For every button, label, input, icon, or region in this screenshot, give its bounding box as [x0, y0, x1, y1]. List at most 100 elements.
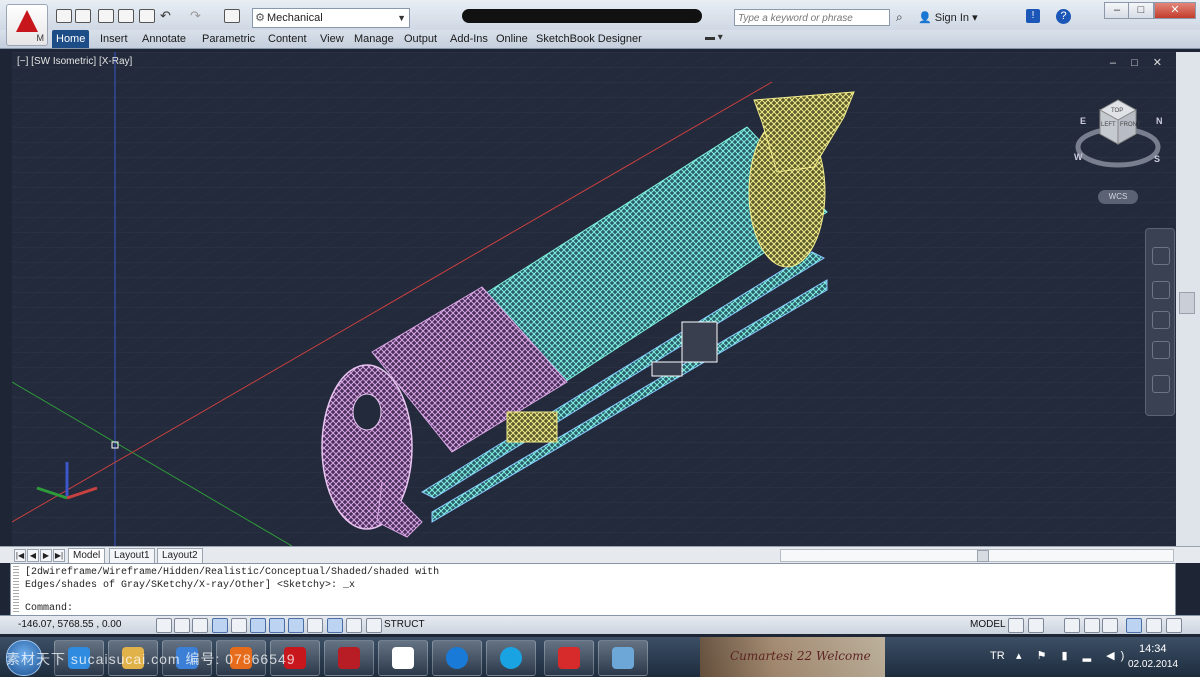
- horizontal-scrollbar[interactable]: [780, 549, 1174, 562]
- viewcube-front-text: FRONT: [1120, 122, 1141, 128]
- pan-icon[interactable]: [1152, 281, 1170, 299]
- application-menu-button[interactable]: M: [6, 4, 48, 46]
- print-icon[interactable]: [139, 9, 155, 23]
- orbit-icon[interactable]: [1152, 341, 1170, 359]
- model-space-toggle[interactable]: MODEL: [970, 619, 1006, 630]
- hardware-acceleration-icon[interactable]: [1102, 618, 1118, 633]
- lock-icon[interactable]: [1084, 618, 1100, 633]
- taskbar-solidworks[interactable]: [544, 640, 594, 676]
- tab-view[interactable]: View: [316, 30, 348, 48]
- help-icon[interactable]: ?: [1056, 9, 1071, 24]
- prev-layout-button[interactable]: ◀: [27, 549, 39, 562]
- new-file-icon[interactable]: [56, 9, 72, 23]
- tab-manage[interactable]: Manage: [350, 30, 398, 48]
- taskbar-app[interactable]: [378, 640, 428, 676]
- solidworks-icon: [558, 647, 580, 669]
- tab-add-ins[interactable]: Add-Ins: [446, 30, 492, 48]
- wcs-menu[interactable]: WCS: [1098, 190, 1138, 204]
- maximize-button[interactable]: □: [1128, 2, 1154, 19]
- next-layout-button[interactable]: ▶: [40, 549, 52, 562]
- lineweight-toggle[interactable]: [346, 618, 362, 633]
- clean-screen-icon[interactable]: [1166, 618, 1182, 633]
- snap-toggle[interactable]: [174, 618, 190, 633]
- minimize-button[interactable]: –: [1104, 2, 1130, 19]
- tab-content[interactable]: Content: [264, 30, 311, 48]
- grid-toggle[interactable]: [192, 618, 208, 633]
- selection-cycling-toggle[interactable]: [366, 618, 382, 633]
- ducs-toggle[interactable]: [307, 618, 323, 633]
- ribbon-tabs: Home Insert Annotate Parametric Content View M…: [0, 30, 1200, 49]
- skype-icon: [500, 647, 522, 669]
- quick-view-layouts-icon[interactable]: [1008, 618, 1024, 633]
- binoculars-icon[interactable]: ⌕: [896, 10, 903, 25]
- vertical-scrollbar[interactable]: [1176, 52, 1200, 546]
- workspace-switch-icon[interactable]: [1064, 618, 1080, 633]
- undo-icon[interactable]: ↶: [160, 8, 171, 24]
- taskbar-paint[interactable]: [598, 640, 648, 676]
- command-input[interactable]: Command:: [25, 602, 73, 615]
- ribbon-options-icon[interactable]: ▬ ▾: [705, 32, 723, 43]
- quick-view-drawings-icon[interactable]: [1028, 618, 1044, 633]
- plot-icon[interactable]: [224, 9, 240, 23]
- showmotion-icon[interactable]: [1152, 375, 1170, 393]
- search-input[interactable]: Type a keyword or phrase: [734, 9, 890, 26]
- viewcube[interactable]: TOP LEFT FRONT N W S E: [1074, 92, 1164, 187]
- open-folder-icon[interactable]: [75, 9, 91, 23]
- workspace-dropdown[interactable]: ⚙ Mechanical ▼: [252, 8, 410, 28]
- inventor-icon: [338, 647, 360, 669]
- otrack-toggle[interactable]: [288, 618, 304, 633]
- tab-model[interactable]: Model: [68, 548, 106, 564]
- command-window[interactable]: [2dwireframe/Wireframe/Hidden/Realistic/…: [10, 563, 1176, 617]
- model-space-canvas[interactable]: [12, 52, 1176, 546]
- command-window-grip[interactable]: [13, 566, 19, 612]
- inlet-opening: [352, 393, 382, 431]
- language-indicator[interactable]: TR: [990, 650, 1005, 662]
- viewport-window-controls[interactable]: – □ ✕: [1110, 56, 1168, 69]
- ortho-toggle[interactable]: [212, 618, 228, 633]
- close-button[interactable]: ✕: [1154, 2, 1196, 19]
- clock-time[interactable]: 14:34: [1139, 643, 1167, 655]
- windows-taskbar: Cumartesi 22 Welcome 素材天下 sucaisucai.com…: [0, 637, 1200, 677]
- viewport-label[interactable]: [−] [SW Isometric] [X-Ray]: [17, 56, 132, 67]
- tab-output[interactable]: Output: [400, 30, 441, 48]
- background-text: Cumartesi 22 Welcome: [730, 649, 871, 663]
- dyn-toggle[interactable]: [327, 618, 343, 633]
- drawing-viewport[interactable]: [−] [SW Isometric] [X-Ray] – □ ✕ TOP LEF…: [12, 52, 1176, 546]
- sign-in-button[interactable]: 👤 Sign In ▾: [918, 11, 978, 24]
- scrollbar-thumb[interactable]: [1179, 292, 1195, 314]
- tab-online[interactable]: Online: [492, 30, 532, 48]
- tab-layout2[interactable]: Layout2: [157, 548, 203, 564]
- clock-date[interactable]: 02.02.2014: [1128, 659, 1178, 670]
- 3d-osnap-toggle[interactable]: [269, 618, 285, 633]
- compass-e: E: [1080, 116, 1086, 126]
- tab-sketchbook-designer[interactable]: SketchBook Designer: [532, 30, 646, 48]
- save-as-icon[interactable]: [118, 9, 134, 23]
- zoom-extents-icon[interactable]: [1152, 311, 1170, 329]
- steering-wheel-icon[interactable]: [1152, 247, 1170, 265]
- osnap-toggle[interactable]: [250, 618, 266, 633]
- exchange-icon[interactable]: !: [1026, 9, 1040, 23]
- redo-icon[interactable]: ↷: [190, 8, 201, 24]
- save-icon[interactable]: [98, 9, 114, 23]
- taskbar-skype[interactable]: [486, 640, 536, 676]
- light-bulb-icon[interactable]: [1146, 618, 1162, 633]
- tab-insert[interactable]: Insert: [96, 30, 132, 48]
- taskbar-browser[interactable]: [432, 640, 482, 676]
- viewcube-left-text: LEFT: [1101, 122, 1116, 128]
- tab-annotate[interactable]: Annotate: [138, 30, 190, 48]
- taskbar-inventor[interactable]: [324, 640, 374, 676]
- isolate-objects-icon[interactable]: [1126, 618, 1142, 633]
- tab-layout1[interactable]: Layout1: [109, 548, 155, 564]
- viewcube-top-text: TOP: [1111, 108, 1123, 114]
- coordinate-readout[interactable]: -146.07, 5768.55 , 0.00: [18, 619, 121, 630]
- first-layout-button[interactable]: |◀: [14, 549, 26, 562]
- struct-toggle[interactable]: STRUCT: [384, 619, 425, 630]
- tray-icons[interactable]: ▴ ⚑ ▮ ▂ ◀): [1016, 649, 1130, 662]
- polar-toggle[interactable]: [231, 618, 247, 633]
- tab-home[interactable]: Home: [52, 30, 90, 48]
- infer-constraints-toggle[interactable]: [156, 618, 172, 633]
- scrollbar-thumb[interactable]: [977, 550, 989, 562]
- last-layout-button[interactable]: ▶|: [53, 549, 65, 562]
- tab-parametric[interactable]: Parametric: [198, 30, 259, 48]
- chevron-down-icon: ▼: [397, 13, 406, 23]
